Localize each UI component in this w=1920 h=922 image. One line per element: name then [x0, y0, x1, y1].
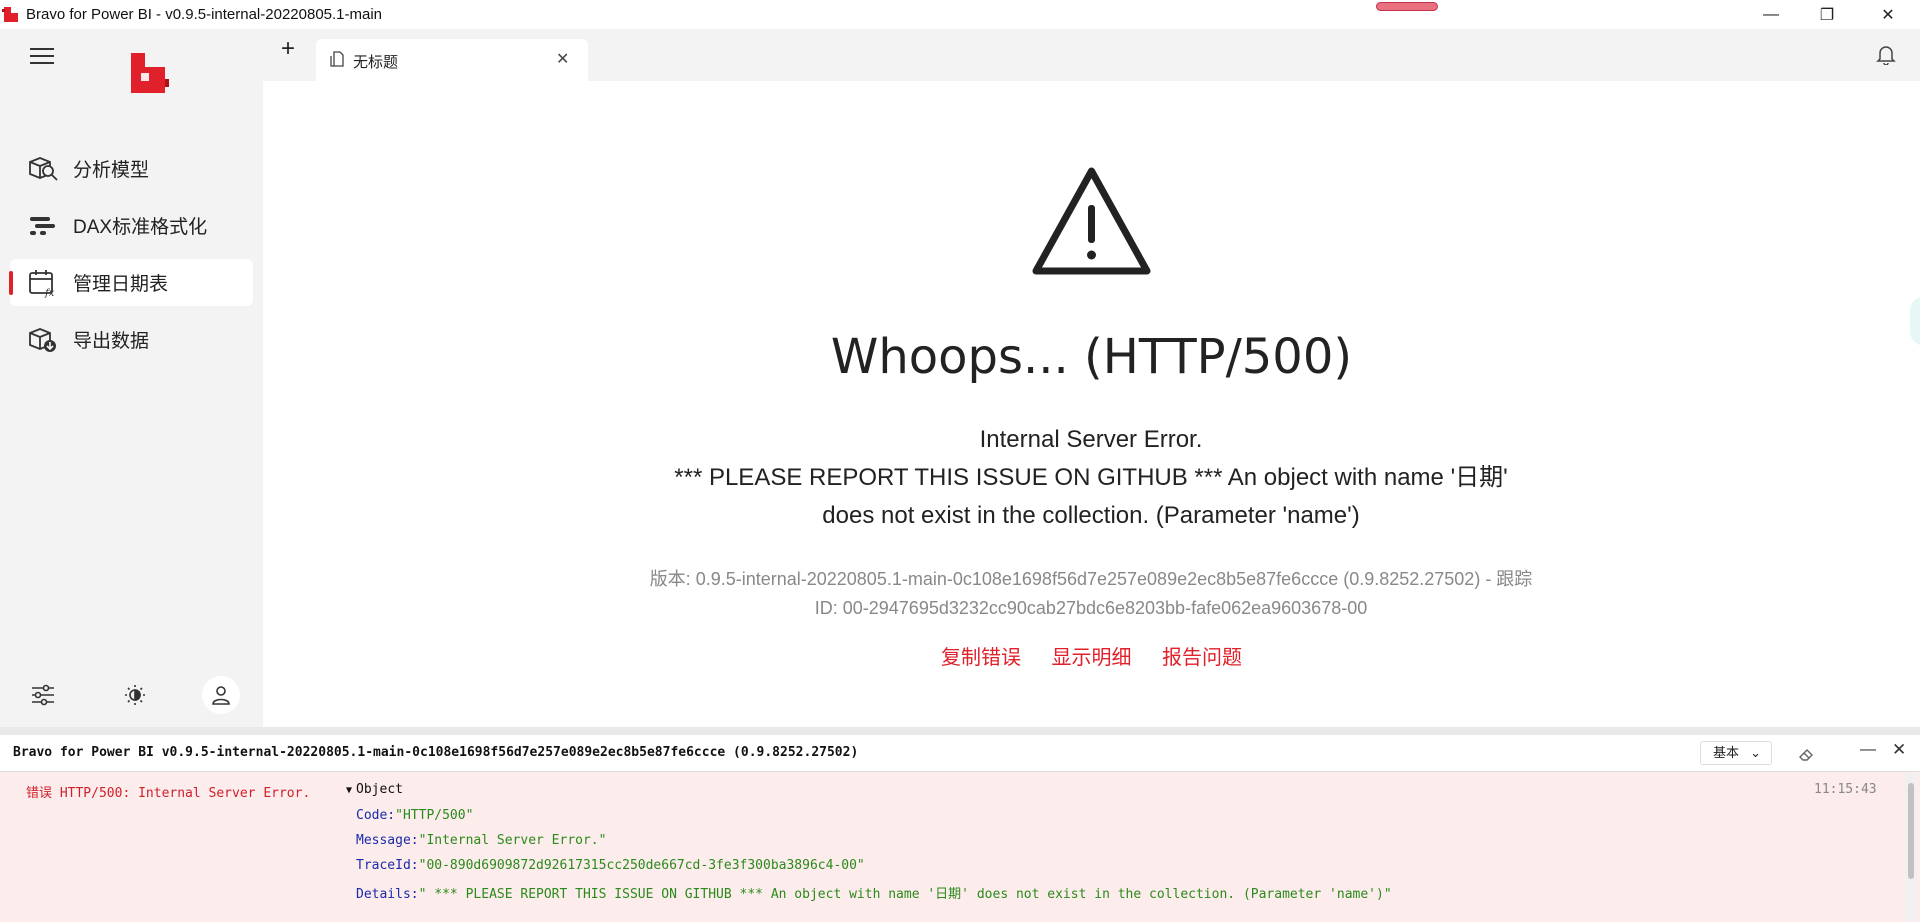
log-prop-details: Details:" *** PLEASE REPORT THIS ISSUE O… — [356, 883, 1392, 902]
console-header: Bravo for Power BI v0.9.5-internal-20220… — [0, 735, 1920, 772]
app-logo-icon — [2, 7, 18, 22]
error-message: Internal Server Error. *** PLEASE REPORT… — [646, 421, 1536, 535]
hamburger-menu-icon[interactable] — [30, 48, 54, 66]
expand-triangle-icon: ▼ — [346, 785, 353, 796]
manage-dates-icon: fx — [26, 268, 60, 298]
tab-label: 无标题 — [353, 54, 399, 71]
error-message-line1: Internal Server Error. — [979, 426, 1203, 453]
log-level-select[interactable]: 基本 ⌄ — [1700, 741, 1772, 765]
window-title: Bravo for Power BI - v0.9.5-internal-202… — [26, 6, 383, 23]
close-button[interactable]: ✕ — [1860, 0, 1916, 29]
new-tab-button[interactable]: + — [275, 37, 301, 63]
prop-key: TraceId: — [356, 858, 419, 873]
document-icon — [330, 51, 344, 67]
console-close-icon[interactable]: ✕ — [1892, 740, 1906, 760]
console-log: 错误 HTTP/500: Internal Server Error. ▼ Obj… — [0, 772, 1920, 922]
console-scrollbar[interactable] — [1905, 773, 1917, 921]
tab-untitled[interactable]: 无标题 ✕ — [316, 39, 588, 81]
sidebar-item-label: 导出数据 — [73, 331, 150, 352]
sidebar: 分析模型 DAX标准格式化 fx 管理日期表 导出数据 — [0, 29, 263, 727]
sidebar-item-manage-dates[interactable]: fx 管理日期表 — [9, 259, 253, 306]
user-icon — [212, 686, 230, 705]
console-title: Bravo for Power BI v0.9.5-internal-20220… — [13, 745, 859, 760]
notifications-bell-icon[interactable] — [1875, 43, 1897, 65]
prop-value: "00-890d6909872d92617315cc250de667cd-3fe… — [418, 858, 865, 873]
bravo-logo — [131, 53, 169, 93]
maximize-button[interactable]: ❐ — [1799, 0, 1855, 29]
prop-value: " *** PLEASE REPORT THIS ISSUE ON GITHUB… — [418, 887, 1392, 902]
title-bar: Bravo for Power BI - v0.9.5-internal-202… — [0, 0, 1920, 29]
sidebar-item-analyze-model[interactable]: 分析模型 — [10, 145, 253, 192]
console-minimize-icon[interactable]: — — [1860, 741, 1876, 759]
close-icon: ✕ — [1881, 6, 1895, 24]
analyze-model-icon — [26, 154, 60, 184]
floating-help-bubble[interactable] — [1910, 296, 1920, 346]
error-message-line2: *** PLEASE REPORT THIS ISSUE ON GITHUB *… — [674, 464, 1508, 529]
log-prop-code: Code:"HTTP/500" — [356, 808, 473, 823]
account-button[interactable] — [202, 676, 240, 714]
export-data-icon — [26, 325, 60, 355]
scrollbar-thumb[interactable] — [1908, 783, 1914, 879]
sidebar-item-export-data[interactable]: 导出数据 — [10, 316, 253, 363]
log-object-toggle[interactable]: ▼ Object — [346, 782, 403, 797]
sidebar-item-label: 管理日期表 — [73, 274, 169, 295]
copy-error-link[interactable]: 复制错误 — [941, 647, 1021, 669]
sidebar-item-format-dax[interactable]: DAX标准格式化 — [10, 202, 253, 249]
warning-icon — [1032, 167, 1151, 275]
minimize-icon: — — [1763, 5, 1779, 23]
chevron-down-icon: ⌄ — [1750, 745, 1761, 760]
eraser-icon[interactable] — [1796, 744, 1816, 764]
prop-key: Code: — [356, 808, 396, 823]
log-timestamp: 11:15:43 — [1814, 782, 1877, 797]
show-details-link[interactable]: 显示明细 — [1052, 647, 1132, 669]
tab-close-icon[interactable]: ✕ — [556, 49, 569, 69]
log-prop-message: Message:"Internal Server Error." — [356, 833, 606, 848]
error-version-info: 版本: 0.9.5-internal-20220805.1-main-0c108… — [649, 569, 1533, 618]
log-level-value: 基本 — [1713, 745, 1740, 760]
report-issue-link[interactable]: 报告问题 — [1162, 647, 1242, 669]
error-actions: 复制错误 显示明细 报告问题 — [263, 641, 1920, 670]
drag-handle[interactable] — [1376, 2, 1438, 11]
theme-toggle-button[interactable] — [116, 676, 154, 714]
sliders-icon — [32, 684, 54, 706]
tab-strip: + 无标题 ✕ — [263, 29, 1920, 81]
minimize-button[interactable]: — — [1743, 0, 1799, 29]
prop-key: Details: — [356, 887, 419, 902]
sidebar-item-label: DAX标准格式化 — [73, 217, 208, 238]
error-title: Whoops... (HTTP/500) — [830, 329, 1353, 385]
restore-icon: ❐ — [1819, 6, 1835, 24]
sidebar-item-label: 分析模型 — [73, 160, 150, 181]
brightness-icon — [125, 685, 145, 705]
log-error-prefix: 错误 HTTP/500: Internal Server Error. — [26, 786, 311, 801]
object-label: Object — [356, 782, 403, 797]
settings-button[interactable] — [24, 676, 62, 714]
prop-value: "Internal Server Error." — [418, 833, 607, 848]
svg-text:fx: fx — [44, 288, 55, 298]
log-prop-traceid: TraceId:"00-890d6909872d92617315cc250de6… — [356, 858, 865, 873]
prop-key: Message: — [356, 833, 419, 848]
main-content: Whoops... (HTTP/500) Internal Server Err… — [263, 81, 1920, 727]
sidebar-nav: 分析模型 DAX标准格式化 fx 管理日期表 导出数据 — [0, 145, 263, 373]
prop-value: "HTTP/500" — [395, 808, 474, 823]
panel-splitter[interactable] — [0, 727, 1920, 735]
format-dax-icon — [26, 211, 60, 241]
